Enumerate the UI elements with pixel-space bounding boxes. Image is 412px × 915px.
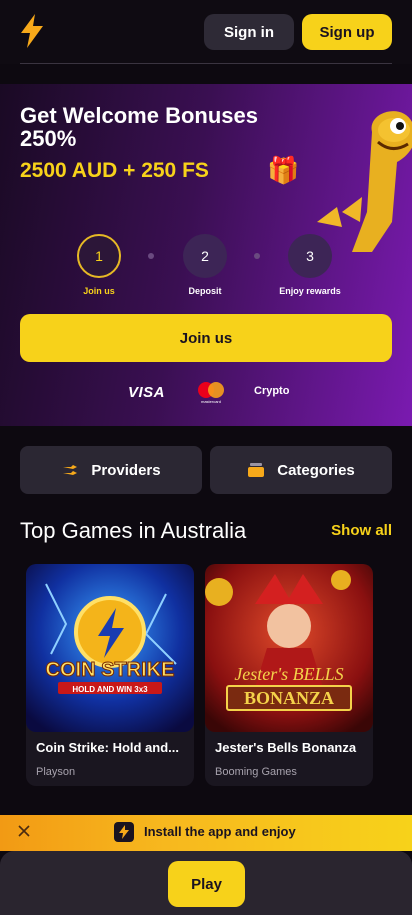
visa-logo: VISA: [128, 384, 166, 401]
install-app-text: Install the app and enjoy: [144, 824, 296, 839]
game-provider: Booming Games: [215, 766, 297, 778]
show-all-link[interactable]: Show all: [331, 522, 392, 539]
svg-text:Jester's BELLS: Jester's BELLS: [234, 664, 343, 684]
categories-icon: [248, 463, 265, 477]
step-separator: [148, 253, 154, 259]
payment-methods: VISA mastercard Crypto: [0, 380, 412, 404]
categories-label: Categories: [277, 461, 355, 479]
install-app-banner[interactable]: Install the app and enjoy: [0, 815, 412, 851]
join-us-button[interactable]: Join us: [20, 314, 392, 362]
game-title: Coin Strike: Hold and...: [36, 740, 180, 755]
sign-in-button[interactable]: Sign in: [204, 14, 294, 50]
providers-button[interactable]: Providers: [20, 446, 202, 494]
svg-text:HOLD AND WIN 3x3: HOLD AND WIN 3x3: [72, 685, 148, 694]
mastercard-logo: mastercard: [198, 382, 224, 404]
game-card[interactable]: COIN STRIKE HOLD AND WIN 3x3 Coin Strike…: [26, 564, 194, 786]
hero-title: Get Welcome Bonuses 250%: [20, 103, 258, 151]
gift-icon: 🎁: [267, 155, 300, 185]
game-provider: Playson: [36, 766, 76, 778]
header-divider: [20, 63, 392, 64]
categories-button[interactable]: Categories: [210, 446, 392, 494]
hero-bonus-amount: 2500 AUD + 250 FS: [20, 159, 209, 182]
crypto-label: Crypto: [254, 385, 290, 397]
jesters-bells-thumbnail[interactable]: Jester's BELLS BONANZA: [205, 564, 373, 732]
top-games-title: Top Games in Australia: [20, 518, 247, 543]
step-1-circle: 1: [77, 234, 121, 278]
step-1-label: Join us: [83, 286, 115, 296]
close-icon[interactable]: [16, 823, 32, 839]
step-2-circle: 2: [183, 234, 227, 278]
svg-text:COIN STRIKE: COIN STRIKE: [46, 659, 175, 681]
providers-label: Providers: [91, 461, 161, 479]
play-button[interactable]: Play: [168, 861, 245, 907]
step-3-circle: 3: [288, 234, 332, 278]
game-card[interactable]: Jester's BELLS BONANZA Jester's Bells Bo…: [205, 564, 373, 786]
welcome-bonus-banner: Get Welcome Bonuses 250% 2500 AUD + 250 …: [0, 84, 412, 426]
mascot-dino-icon: [317, 111, 412, 252]
lightning-bolt-icon[interactable]: [18, 14, 46, 48]
svg-text:mastercard: mastercard: [201, 399, 221, 404]
step-3-label: Enjoy rewards: [279, 286, 341, 296]
step-2-label: Deposit: [188, 286, 222, 296]
bottom-bar: Play: [0, 851, 412, 915]
game-title: Jester's Bells Bonanza: [215, 740, 357, 755]
header: Sign in Sign up: [0, 0, 412, 64]
providers-icon: [63, 465, 78, 475]
svg-text:BONANZA: BONANZA: [244, 688, 334, 708]
coin-strike-thumbnail[interactable]: COIN STRIKE HOLD AND WIN 3x3: [26, 564, 194, 732]
sign-up-button[interactable]: Sign up: [302, 14, 392, 50]
signup-steps: 1 Join us 2 Deposit 3 Enjoy rewards: [0, 234, 412, 304]
app-logo-icon: [114, 822, 134, 842]
step-separator: [254, 253, 260, 259]
